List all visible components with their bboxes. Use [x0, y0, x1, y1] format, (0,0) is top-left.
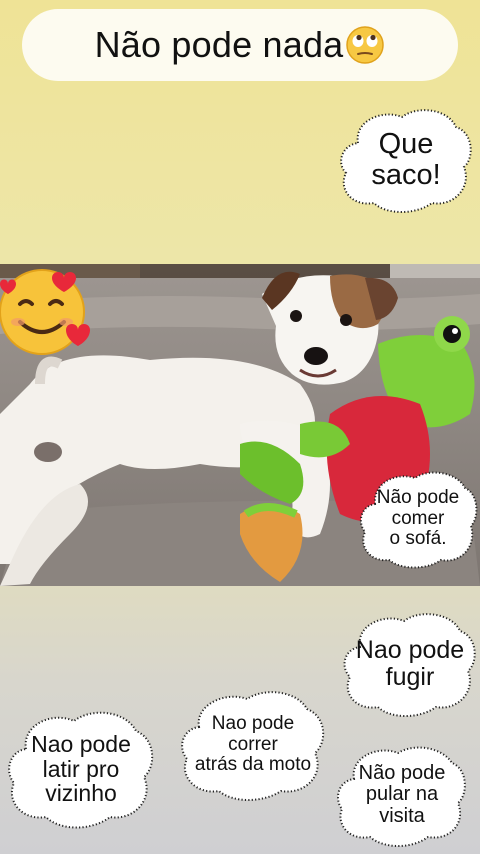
bubble-text: Que saco! — [371, 127, 441, 191]
speech-bubble-comer-sofa: Não pode comer o sofá. — [357, 466, 479, 572]
speech-bubble-correr: Nao pode correr atrás da moto — [177, 685, 329, 805]
title-banner: Não pode nada — [22, 9, 458, 81]
speech-bubble-que-saco: Que saco! — [336, 103, 476, 217]
smiling-face-with-hearts-icon — [0, 260, 96, 364]
bubble-text: Não pode comer o sofá. — [376, 487, 460, 550]
page-title: Não pode nada — [94, 24, 344, 65]
rolling-eyes-face-icon — [345, 25, 385, 65]
bubble-text: Nao pode latir pro vizinho — [31, 730, 131, 807]
speech-bubble-fugir: Nao pode fugir — [340, 607, 480, 721]
speech-bubble-pular: Não pode pular na visita — [334, 741, 470, 849]
speech-bubble-latir: Nao pode latir pro vizinho — [4, 705, 158, 833]
bubble-text: Não pode pular na visita — [358, 761, 446, 827]
bubble-text: Nao pode fugir — [355, 636, 465, 691]
bubble-text: Nao pode correr atrás da moto — [194, 713, 312, 776]
